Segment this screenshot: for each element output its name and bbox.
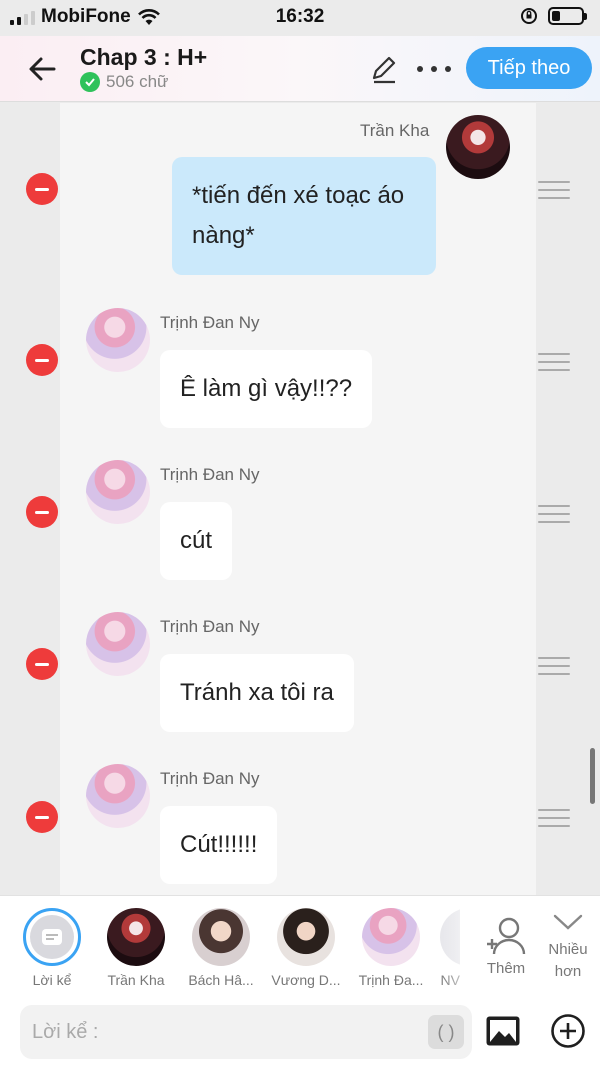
fade-overlay	[440, 896, 478, 996]
message-bubble[interactable]: Ê làm gì vậy!!??	[160, 350, 373, 428]
trinh-dan-ny-avatar[interactable]	[86, 308, 150, 372]
drag-handle-icon[interactable]	[538, 505, 570, 523]
character-label: Trịnh Đa...	[358, 972, 424, 988]
delete-message-button[interactable]	[26, 344, 58, 376]
chat-area[interactable]: Trần Kha *tiến đến xé toạc áo nàng* Trịn…	[0, 103, 600, 895]
message-sender: Trịnh Đan Ny	[160, 313, 260, 332]
character-tran-kha[interactable]: Trần Kha	[96, 908, 176, 988]
narrator-avatar	[23, 908, 81, 966]
add-person-icon	[487, 917, 526, 955]
message-sender: Trần Kha	[360, 121, 430, 140]
drag-handle-icon[interactable]	[538, 181, 570, 199]
more-options-icon[interactable]	[414, 53, 454, 85]
add-circle-icon[interactable]	[550, 1013, 586, 1049]
word-count: 506 chữ	[106, 72, 169, 91]
drag-handle-icon[interactable]	[538, 809, 570, 827]
bach-ha-avatar	[192, 908, 250, 966]
orientation-lock-icon	[521, 8, 537, 24]
delete-message-button[interactable]	[26, 173, 58, 205]
more-characters-label: Nhiều hơn	[548, 941, 588, 980]
character-bach-ha[interactable]: Bách Hâ...	[181, 908, 261, 988]
message-bubble[interactable]: *tiến đến xé toạc áo nàng*	[172, 157, 436, 275]
more-characters-button[interactable]: Nhiều hơn	[536, 912, 600, 983]
next-chapter-button[interactable]: Tiếp theo	[466, 47, 592, 89]
character-narrator[interactable]: Lời kể	[12, 908, 92, 988]
character-trinh-dan-ny[interactable]: Trịnh Đa...	[351, 908, 431, 988]
delete-message-button[interactable]	[26, 496, 58, 528]
message-bubble[interactable]: Cút!!!!!!	[160, 806, 278, 884]
delete-message-button[interactable]	[26, 648, 58, 680]
trinh-dan-ny-avatar[interactable]	[86, 612, 150, 676]
composer-bar: Lời kể : ( )	[0, 995, 600, 1068]
message-bubble[interactable]: Tránh xa tôi ra	[160, 654, 354, 732]
drag-handle-icon[interactable]	[538, 353, 570, 371]
add-character-button[interactable]: Thêm	[478, 916, 534, 977]
scrollbar[interactable]	[590, 748, 595, 804]
character-vuong-d[interactable]: Vương D...	[266, 908, 346, 988]
character-label: Bách Hâ...	[188, 972, 254, 988]
character-bar: Lời kể Trần Kha Bách Hâ... Vương D... Tr…	[0, 895, 600, 996]
back-arrow-icon[interactable]	[24, 50, 62, 88]
image-icon[interactable]	[485, 1015, 521, 1047]
word-count-row: 506 chữ	[80, 72, 168, 92]
delete-message-button[interactable]	[26, 801, 58, 833]
verified-check-icon	[80, 72, 100, 92]
message-sender: Trịnh Đan Ny	[160, 617, 260, 636]
status-right	[520, 7, 587, 25]
clock: 16:32	[275, 6, 325, 27]
chevron-down-icon	[553, 914, 583, 930]
tran-kha-avatar[interactable]	[446, 115, 510, 179]
character-label: Trần Kha	[107, 972, 165, 988]
vuong-d-avatar	[277, 908, 335, 966]
trinh-dan-ny-avatar	[362, 908, 420, 966]
message-sender: Trịnh Đan Ny	[160, 769, 260, 788]
narrator-icon	[42, 929, 62, 945]
battery-icon	[548, 7, 587, 25]
message-bubble[interactable]: cút	[160, 502, 233, 580]
message-sender: Trịnh Đan Ny	[160, 465, 260, 484]
drag-handle-icon[interactable]	[538, 657, 570, 675]
add-character-label: Thêm	[486, 960, 526, 977]
pencil-icon[interactable]	[368, 53, 400, 85]
chapter-title: Chap 3 : H+	[80, 44, 208, 70]
parenthesis-button[interactable]: ( )	[428, 1015, 464, 1049]
tran-kha-avatar	[107, 908, 165, 966]
status-bar: MobiFone 16:32	[0, 0, 600, 36]
chapter-header: Chap 3 : H+ 506 chữ Tiếp theo	[0, 36, 600, 102]
character-label: Lời kể	[32, 972, 72, 988]
trinh-dan-ny-avatar[interactable]	[86, 764, 150, 828]
trinh-dan-ny-avatar[interactable]	[86, 460, 150, 524]
narration-input[interactable]: Lời kể :	[20, 1005, 472, 1059]
character-label: Vương D...	[271, 972, 341, 988]
